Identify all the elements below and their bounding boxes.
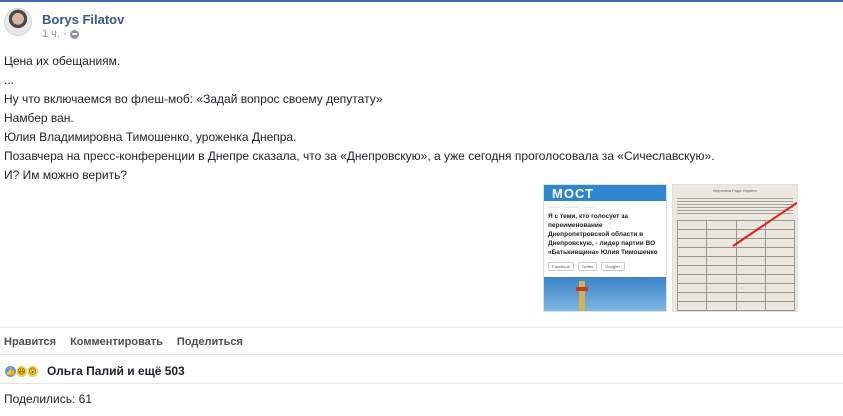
document-text-lines [677, 196, 793, 216]
share-button[interactable]: Поделиться [177, 336, 243, 348]
divider-middle [0, 354, 843, 355]
news-share-buttons: Facebook Twitter Google+ [544, 259, 666, 274]
reactions-summary[interactable]: Ольга Палий и ещё 503 [47, 364, 185, 378]
news-photo [544, 277, 666, 311]
monument-pillar [576, 281, 588, 311]
post-line: Цена их обещаниям. [4, 54, 121, 68]
post-line: Позавчера на пресс-конференции в Днепре … [4, 149, 715, 163]
action-bar: Нравится Комментировать Поделиться [4, 336, 243, 348]
comment-button[interactable]: Комментировать [70, 336, 163, 348]
document-header: Верховна Рада України [713, 188, 757, 193]
news-masthead: МОСТ [544, 185, 666, 201]
divider-bottom [0, 383, 843, 384]
post-text: Цена их обещаниям. ... Ну что включаемся… [4, 52, 715, 185]
post-line: Намбер ван. [4, 111, 74, 125]
attached-image-document[interactable]: Верховна Рада України [672, 184, 798, 312]
news-headline: Я с теми, кто голосует за переименование… [548, 213, 658, 256]
meta-separator: · [62, 28, 67, 40]
post-line: ... [4, 73, 15, 87]
news-share-facebook: Facebook [548, 262, 574, 271]
news-share-google: Google+ [601, 262, 625, 271]
document-table [676, 220, 796, 311]
author-avatar[interactable] [4, 8, 32, 36]
shares-count[interactable]: Поделились: 61 [4, 392, 92, 406]
author-name[interactable]: Borys Filatov [42, 12, 124, 27]
like-button[interactable]: Нравится [4, 336, 56, 348]
attached-image-news[interactable]: МОСТ ——— · ———— · ——— Я с теми, кто голо… [543, 184, 667, 312]
post-line: Юлия Владимировна Тимошенко, уроженка Дн… [4, 130, 297, 144]
top-bar-line [0, 0, 843, 2]
post-time[interactable]: 1 ч. [42, 28, 60, 40]
post-line: И? Им можно верить? [4, 168, 128, 182]
like-icon: 👍 [4, 364, 17, 378]
news-share-twitter: Twitter [577, 262, 598, 271]
globe-icon[interactable] [69, 29, 79, 39]
post-line: Ну что включаемся во флеш-моб: «Задай во… [4, 92, 383, 106]
divider-top [0, 327, 843, 328]
news-breadcrumb: ——— · ———— · ——— [548, 204, 596, 209]
post-meta: 1 ч. · [42, 28, 79, 40]
reactions-row[interactable]: 👍 😆 😮 Ольга Палий и ещё 503 [4, 364, 185, 378]
